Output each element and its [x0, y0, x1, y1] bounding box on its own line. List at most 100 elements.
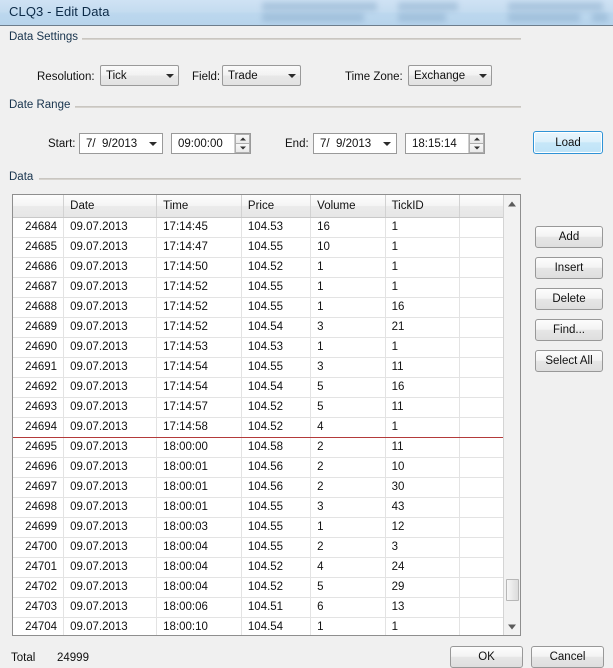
- cell-date[interactable]: 09.07.2013: [63, 617, 158, 635]
- cell-volume[interactable]: 3: [310, 317, 386, 338]
- cell-volume[interactable]: 2: [310, 537, 386, 558]
- cell-time[interactable]: 18:00:04: [156, 577, 242, 598]
- delete-button[interactable]: Delete: [535, 288, 603, 310]
- table-row[interactable]: 24703 09.07.2013 18:00:06 104.51 6 13: [13, 597, 520, 618]
- cell-tickid[interactable]: 13: [385, 597, 461, 618]
- row-index[interactable]: 24700: [13, 537, 65, 558]
- grid-vertical-scrollbar[interactable]: [503, 195, 520, 635]
- row-index[interactable]: 24699: [13, 517, 65, 538]
- cell-time[interactable]: 17:14:52: [156, 297, 242, 318]
- table-row[interactable]: 24684 09.07.2013 17:14:45 104.53 16 1: [13, 217, 520, 238]
- table-row[interactable]: 24697 09.07.2013 18:00:01 104.56 2 30: [13, 477, 520, 498]
- table-row[interactable]: 24694 09.07.2013 17:14:58 104.52 4 1: [13, 417, 520, 438]
- cell-volume[interactable]: 6: [310, 597, 386, 618]
- row-index[interactable]: 24684: [13, 217, 65, 238]
- cell-time[interactable]: 18:00:01: [156, 457, 242, 478]
- cell-tickid[interactable]: 12: [385, 517, 461, 538]
- cell-price[interactable]: 104.52: [241, 417, 312, 438]
- column-header-time[interactable]: Time: [156, 195, 242, 218]
- row-index[interactable]: 24687: [13, 277, 65, 298]
- cell-date[interactable]: 09.07.2013: [63, 297, 158, 318]
- start-time-field[interactable]: 09:00:00: [171, 133, 251, 154]
- cell-date[interactable]: 09.07.2013: [63, 557, 158, 578]
- cell-tickid[interactable]: 3: [385, 537, 461, 558]
- stepper-down-icon[interactable]: [469, 144, 484, 153]
- scrollbar-thumb[interactable]: [506, 579, 519, 601]
- ok-button[interactable]: OK: [450, 646, 523, 668]
- cell-price[interactable]: 104.51: [241, 597, 312, 618]
- cell-date[interactable]: 09.07.2013: [63, 477, 158, 498]
- cell-tickid[interactable]: 1: [385, 237, 461, 258]
- row-index[interactable]: 24694: [13, 417, 65, 438]
- table-row[interactable]: 24702 09.07.2013 18:00:04 104.52 5 29: [13, 577, 520, 598]
- cell-date[interactable]: 09.07.2013: [63, 257, 158, 278]
- cell-time[interactable]: 17:14:53: [156, 337, 242, 358]
- cell-time[interactable]: 18:00:04: [156, 557, 242, 578]
- cell-tickid[interactable]: 1: [385, 217, 461, 238]
- cell-date[interactable]: 09.07.2013: [63, 377, 158, 398]
- cell-date[interactable]: 09.07.2013: [63, 397, 158, 418]
- row-index[interactable]: 24690: [13, 337, 65, 358]
- cell-volume[interactable]: 4: [310, 557, 386, 578]
- cell-volume[interactable]: 1: [310, 257, 386, 278]
- cell-tickid[interactable]: 16: [385, 377, 461, 398]
- load-button[interactable]: Load: [533, 131, 603, 154]
- chevron-down-icon[interactable]: [161, 66, 178, 85]
- cell-date[interactable]: 09.07.2013: [63, 277, 158, 298]
- table-row[interactable]: 24693 09.07.2013 17:14:57 104.52 5 11: [13, 397, 520, 418]
- cell-price[interactable]: 104.54: [241, 377, 312, 398]
- cell-volume[interactable]: 1: [310, 277, 386, 298]
- cell-price[interactable]: 104.54: [241, 617, 312, 635]
- cell-date[interactable]: 09.07.2013: [63, 357, 158, 378]
- cell-time[interactable]: 17:14:54: [156, 357, 242, 378]
- select-all-button[interactable]: Select All: [535, 350, 603, 372]
- row-index[interactable]: 24703: [13, 597, 65, 618]
- cell-price[interactable]: 104.55: [241, 297, 312, 318]
- cell-price[interactable]: 104.52: [241, 397, 312, 418]
- row-index[interactable]: 24701: [13, 557, 65, 578]
- cell-date[interactable]: 09.07.2013: [63, 597, 158, 618]
- row-index[interactable]: 24685: [13, 237, 65, 258]
- cell-volume[interactable]: 5: [310, 397, 386, 418]
- end-time-field[interactable]: 18:15:14: [405, 133, 485, 154]
- stepper-up-icon[interactable]: [469, 134, 484, 144]
- row-index[interactable]: 24695: [13, 437, 65, 458]
- cell-tickid[interactable]: 11: [385, 357, 461, 378]
- chevron-down-icon[interactable]: [144, 134, 162, 153]
- cell-tickid[interactable]: 10: [385, 457, 461, 478]
- cell-price[interactable]: 104.52: [241, 557, 312, 578]
- chevron-down-icon[interactable]: [378, 134, 396, 153]
- cell-date[interactable]: 09.07.2013: [63, 217, 158, 238]
- cell-tickid[interactable]: 29: [385, 577, 461, 598]
- cell-time[interactable]: 17:14:52: [156, 317, 242, 338]
- table-row[interactable]: 24691 09.07.2013 17:14:54 104.55 3 11: [13, 357, 520, 378]
- cell-price[interactable]: 104.55: [241, 517, 312, 538]
- column-header-tickid[interactable]: TickID: [385, 195, 461, 218]
- table-row[interactable]: 24690 09.07.2013 17:14:53 104.53 1 1: [13, 337, 520, 358]
- row-index[interactable]: 24686: [13, 257, 65, 278]
- resolution-combobox[interactable]: Tick: [100, 65, 179, 86]
- row-index[interactable]: 24689: [13, 317, 65, 338]
- column-header-date[interactable]: Date: [63, 195, 158, 218]
- cell-volume[interactable]: 4: [310, 417, 386, 438]
- cancel-button[interactable]: Cancel: [531, 646, 604, 668]
- end-date-picker[interactable]: 7/ 9/2013: [313, 133, 397, 154]
- row-index[interactable]: 24696: [13, 457, 65, 478]
- table-row[interactable]: 24696 09.07.2013 18:00:01 104.56 2 10: [13, 457, 520, 478]
- column-header-volume[interactable]: Volume: [310, 195, 386, 218]
- cell-tickid[interactable]: 16: [385, 297, 461, 318]
- cell-time[interactable]: 17:14:45: [156, 217, 242, 238]
- cell-time[interactable]: 18:00:01: [156, 477, 242, 498]
- cell-time[interactable]: 17:14:54: [156, 377, 242, 398]
- cell-volume[interactable]: 2: [310, 457, 386, 478]
- cell-volume[interactable]: 1: [310, 297, 386, 318]
- cell-price[interactable]: 104.58: [241, 437, 312, 458]
- stepper-up-icon[interactable]: [235, 134, 250, 144]
- cell-time[interactable]: 18:00:04: [156, 537, 242, 558]
- cell-price[interactable]: 104.53: [241, 337, 312, 358]
- cell-volume[interactable]: 16: [310, 217, 386, 238]
- cell-date[interactable]: 09.07.2013: [63, 517, 158, 538]
- cell-price[interactable]: 104.54: [241, 317, 312, 338]
- stepper-down-icon[interactable]: [235, 144, 250, 153]
- cell-volume[interactable]: 3: [310, 497, 386, 518]
